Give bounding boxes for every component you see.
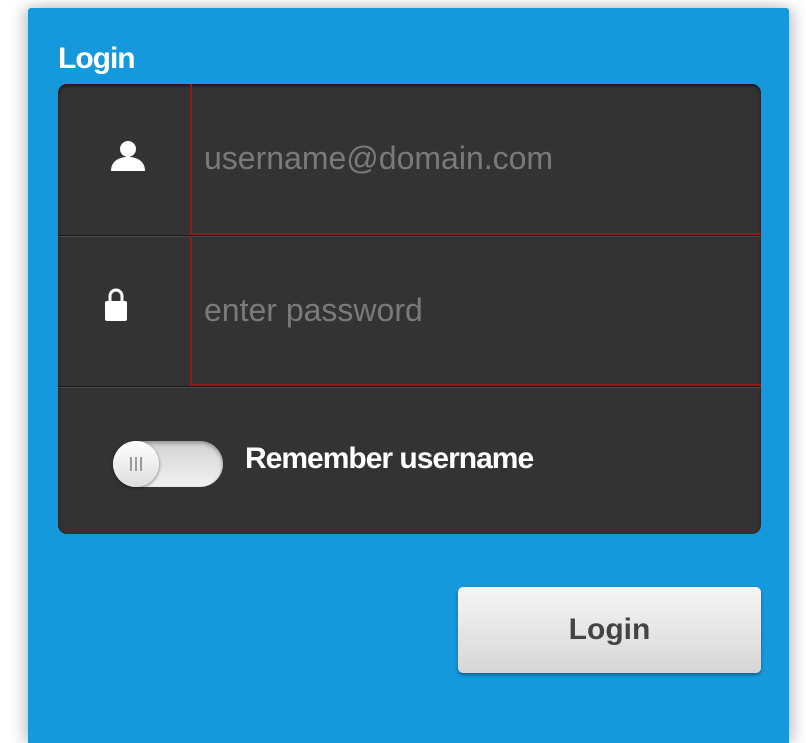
grip-icon [130,457,142,471]
password-input[interactable] [192,236,761,384]
username-input[interactable] [192,84,761,233]
toggle-knob[interactable] [113,441,159,487]
remember-label: Remember username [245,442,534,475]
login-form: Remember username [58,84,761,534]
password-row [58,236,761,386]
user-icon [111,141,145,171]
password-icon-cell [58,236,190,386]
username-icon-cell [58,84,190,235]
username-row [58,84,761,235]
login-button[interactable]: Login [458,587,761,673]
password-input-cell [190,236,761,386]
lock-icon [105,288,127,321]
login-title: Login [58,42,136,75]
login-panel: Login username@domain.com Remember usern… [28,8,789,743]
remember-row: Remember username [58,387,761,534]
remember-toggle[interactable] [113,441,223,487]
username-input-cell [190,84,761,235]
